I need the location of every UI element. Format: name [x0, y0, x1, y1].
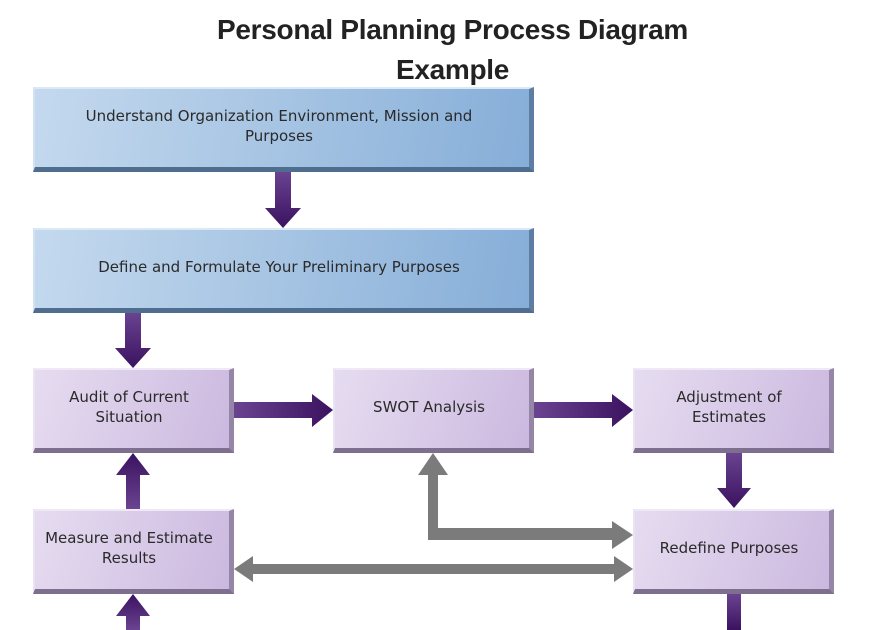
arrow-swot-redefine-feedback: [418, 453, 633, 549]
node-define-label: Define and Formulate Your Preliminary Pu…: [98, 258, 460, 276]
arrow-measure-to-audit: [116, 453, 150, 509]
node-swot-label: SWOT Analysis: [373, 398, 485, 416]
node-understand-label: Understand Organization Environment, Mis…: [85, 107, 473, 145]
node-audit[interactable]: Audit of Current Situation: [33, 368, 234, 453]
node-measure-label: Measure and Estimate Results: [45, 529, 213, 567]
node-swot[interactable]: SWOT Analysis: [333, 368, 534, 453]
arrow-audit-to-swot: [234, 394, 333, 427]
node-adjustment-label: Adjustment of Estimates: [676, 388, 782, 426]
node-redefine[interactable]: Redefine Purposes: [633, 509, 834, 594]
node-redefine-label: Redefine Purposes: [659, 539, 799, 557]
node-define[interactable]: Define and Formulate Your Preliminary Pu…: [33, 228, 534, 313]
arrow-out-of-redefine: [727, 594, 741, 630]
arrow-define-to-audit: [115, 312, 151, 368]
arrow-measure-redefine-feedback: [234, 556, 633, 582]
node-audit-label: Audit of Current Situation: [69, 388, 189, 426]
arrow-into-measure: [116, 594, 150, 630]
arrow-swot-to-adjustment: [534, 394, 633, 427]
arrow-understand-to-define: [265, 171, 301, 228]
node-adjustment[interactable]: Adjustment of Estimates: [633, 368, 834, 453]
node-measure[interactable]: Measure and Estimate Results: [33, 509, 234, 594]
node-understand[interactable]: Understand Organization Environment, Mis…: [33, 87, 534, 172]
arrow-adjustment-to-redefine: [717, 452, 751, 508]
